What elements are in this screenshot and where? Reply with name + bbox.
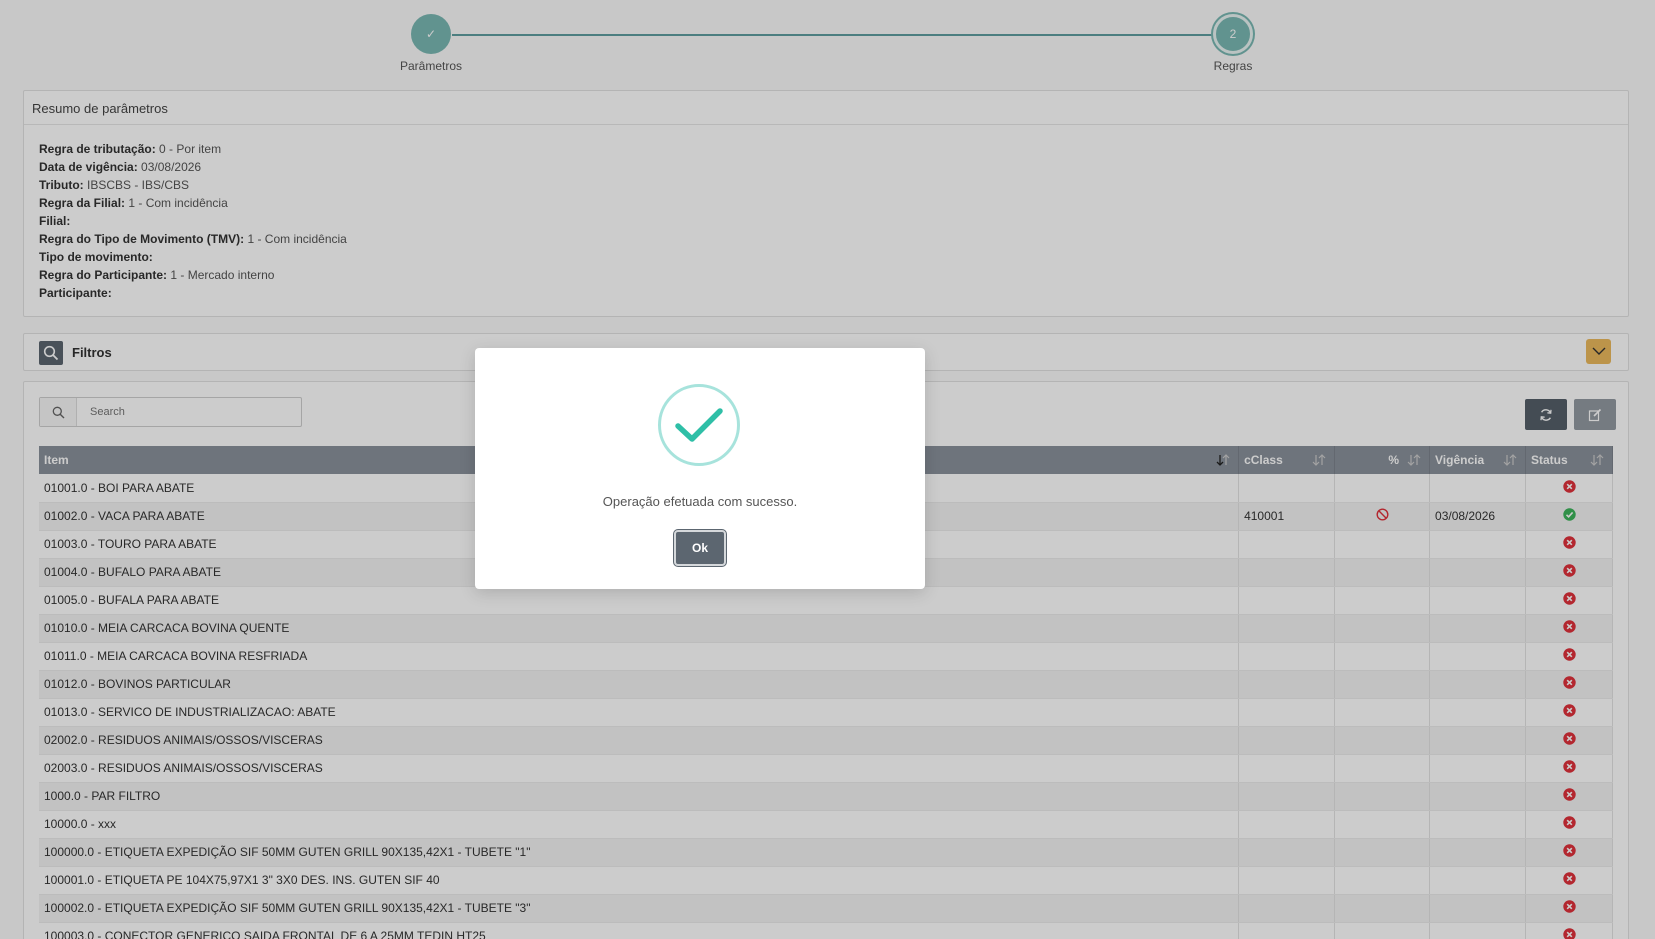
success-message: Operação efetuada com sucesso. [602,494,798,509]
app-root: ✓ Parâmetros 2 Regras Resumo de parâmetr… [0,0,1655,939]
success-check-icon [658,384,740,466]
ok-button[interactable]: Ok [674,530,726,566]
success-dialog: Operação efetuada com sucesso. Ok [475,348,925,589]
